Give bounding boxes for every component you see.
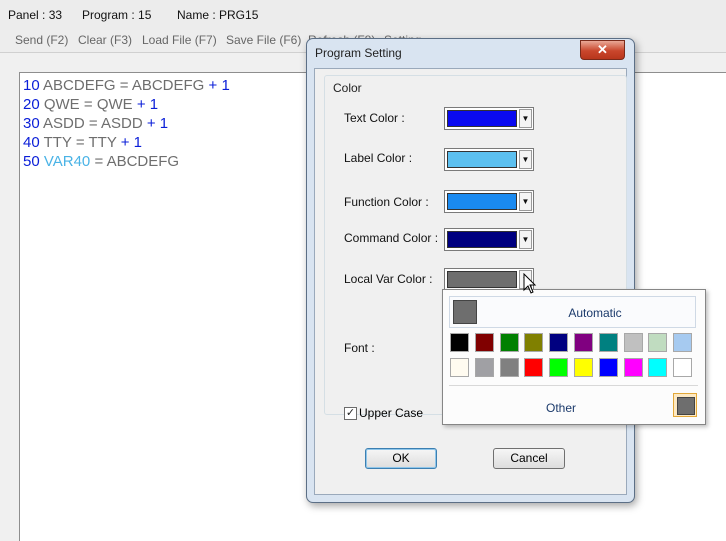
palette-color-cell[interactable] <box>574 333 593 352</box>
code-line: 30 ASDD = ASDD + 1 <box>23 115 169 132</box>
code-line: 20 QWE = QWE + 1 <box>23 96 159 113</box>
chevron-down-icon[interactable]: ▼ <box>519 109 532 128</box>
local-var-color-label: Local Var Color : <box>344 272 433 286</box>
other-color-option[interactable]: Other <box>546 401 576 415</box>
code-line: 50 VAR40 = ABCDEFG <box>23 153 180 170</box>
palette-color-cell[interactable] <box>574 358 593 377</box>
automatic-color-option[interactable]: Automatic <box>449 296 696 328</box>
palette-color-cell[interactable] <box>648 358 668 377</box>
function-color-picker[interactable]: ▼ <box>444 190 534 213</box>
color-palette-popup: Automatic Other <box>442 289 706 425</box>
code-line: 40 TTY = TTY + 1 <box>23 134 143 151</box>
local-var-color-picker[interactable]: ▼ <box>444 268 534 291</box>
name-status: Name : PRG15 <box>177 8 259 22</box>
upper-case-label: Upper Case <box>359 406 424 420</box>
chevron-down-icon[interactable]: ▼ <box>519 230 532 249</box>
save-file-menu[interactable]: Save File (F6) <box>226 33 301 47</box>
send-menu[interactable]: Send (F2) <box>15 33 68 47</box>
palette-color-cell[interactable] <box>499 333 519 352</box>
panel-status: Panel : 33 <box>8 8 63 22</box>
palette-color-cell[interactable] <box>648 333 668 352</box>
function-color-swatch <box>447 193 517 210</box>
upper-case-checkbox[interactable]: ✓ <box>344 407 357 420</box>
close-button[interactable]: ✕ <box>580 40 625 60</box>
chevron-down-icon[interactable]: ▼ <box>519 192 532 211</box>
cancel-button[interactable]: Cancel <box>493 448 565 469</box>
chevron-down-icon[interactable]: ▼ <box>519 150 532 169</box>
palette-color-cell[interactable] <box>549 358 569 377</box>
palette-color-cell[interactable] <box>524 358 544 377</box>
program-setting-dialog: Program Setting ✕ Color Text Color : ▼ L… <box>306 38 635 503</box>
color-group-title: Color <box>333 81 362 95</box>
palette-color-cell[interactable] <box>673 333 693 352</box>
palette-color-cell[interactable] <box>499 358 519 377</box>
status-bar: Panel : 33 Program : 15 Name : PRG15 <box>0 0 726 31</box>
font-label: Font : <box>344 341 375 355</box>
palette-color-cell[interactable] <box>524 333 544 352</box>
ok-button[interactable]: OK <box>365 448 437 469</box>
label-color-label: Label Color : <box>344 151 413 165</box>
text-color-label: Text Color : <box>344 111 405 125</box>
label-color-picker[interactable]: ▼ <box>444 148 534 171</box>
palette-color-cell[interactable] <box>474 358 494 377</box>
palette-color-cell[interactable] <box>598 358 618 377</box>
command-color-label: Command Color : <box>344 231 439 245</box>
divider <box>449 385 698 386</box>
label-color-swatch <box>447 151 517 168</box>
automatic-color-swatch <box>453 300 477 324</box>
palette-color-cell[interactable] <box>623 333 643 352</box>
palette-color-cell[interactable] <box>450 358 469 377</box>
other-color-swatch <box>677 397 695 415</box>
command-color-swatch <box>447 231 517 248</box>
dialog-body: Color Text Color : ▼ Label Color : ▼ Fun… <box>314 68 627 495</box>
automatic-label: Automatic <box>568 306 622 320</box>
local-var-color-swatch <box>447 271 517 288</box>
text-color-swatch <box>447 110 517 127</box>
palette-color-cell[interactable] <box>450 333 469 352</box>
palette-color-cell[interactable] <box>623 358 643 377</box>
code-line: 10 ABCDEFG = ABCDEFG + 1 <box>23 77 230 94</box>
palette-color-cell[interactable] <box>673 358 693 377</box>
program-status: Program : 15 <box>82 8 152 22</box>
mouse-cursor-icon <box>523 272 537 298</box>
load-file-menu[interactable]: Load File (F7) <box>142 33 217 47</box>
clear-menu[interactable]: Clear (F3) <box>78 33 132 47</box>
palette-color-cell[interactable] <box>598 333 618 352</box>
dialog-title: Program Setting <box>315 46 402 60</box>
palette-color-cell[interactable] <box>549 333 569 352</box>
function-color-label: Function Color : <box>344 195 429 209</box>
palette-color-cell[interactable] <box>474 333 494 352</box>
other-color-button[interactable] <box>673 393 697 417</box>
command-color-picker[interactable]: ▼ <box>444 228 534 251</box>
text-color-picker[interactable]: ▼ <box>444 107 534 130</box>
